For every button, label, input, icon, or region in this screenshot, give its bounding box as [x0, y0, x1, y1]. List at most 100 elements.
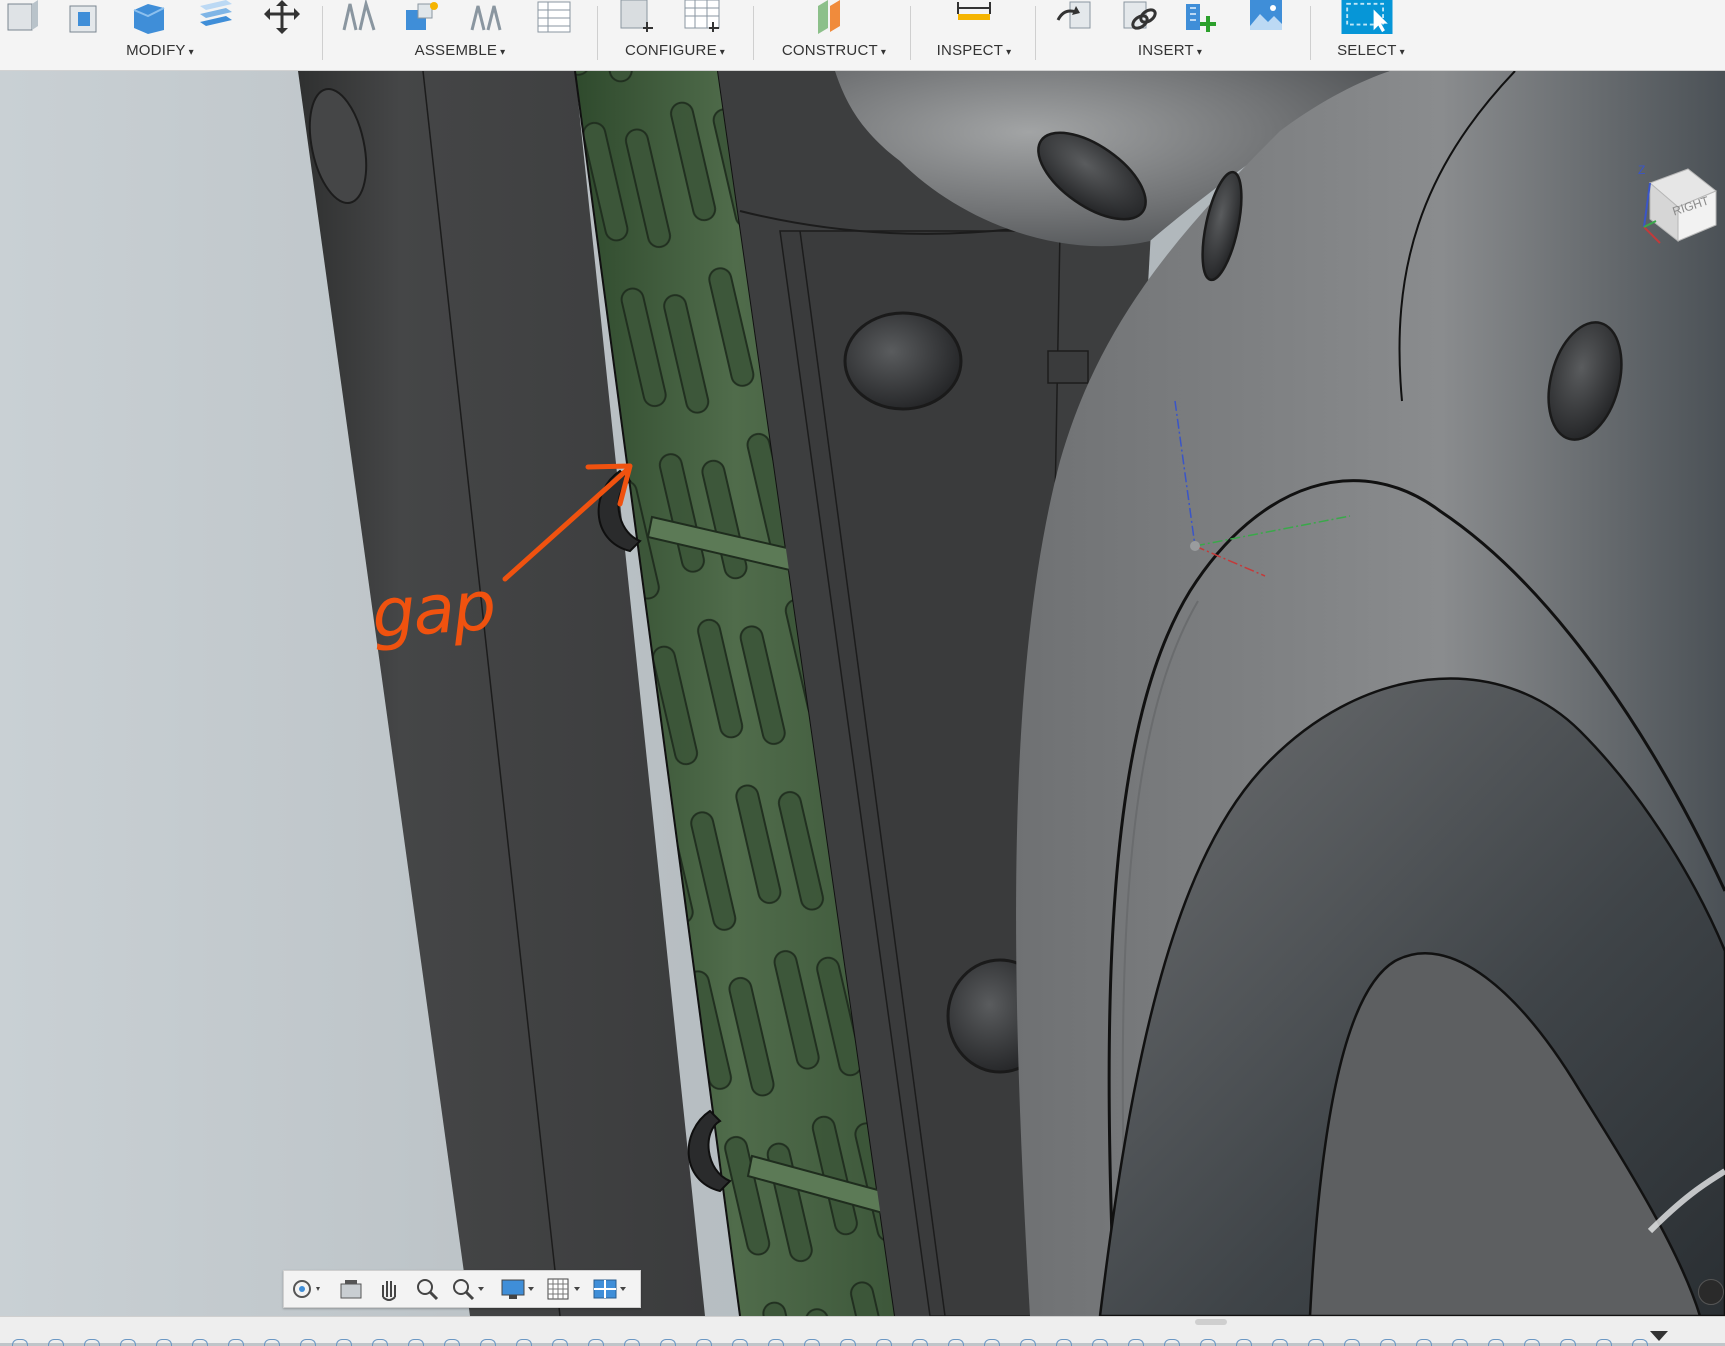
timeline-feature-icon[interactable] — [1596, 1339, 1612, 1346]
timeline-feature-icon[interactable] — [732, 1339, 748, 1346]
insert-canvas-icon[interactable] — [1246, 0, 1286, 34]
look-at-button[interactable] — [336, 1275, 366, 1303]
annotation-gap-label: gap — [369, 566, 497, 655]
timeline-feature-icon[interactable] — [84, 1339, 100, 1346]
timeline-feature-icon[interactable] — [876, 1339, 892, 1346]
inspect-group: INSPECT ▾ — [916, 0, 1032, 70]
timeline-feature-icon[interactable] — [840, 1339, 856, 1346]
timeline-feature-icon[interactable] — [1488, 1339, 1504, 1346]
timeline-feature-icon[interactable] — [1020, 1339, 1036, 1346]
configure-table-icon[interactable] — [617, 0, 657, 34]
timeline-feature-icon[interactable] — [1272, 1339, 1288, 1346]
insert-group: INSERT ▾ — [1040, 0, 1300, 70]
timeline-feature-icon[interactable] — [660, 1339, 676, 1346]
timeline-feature-icon[interactable] — [516, 1339, 532, 1346]
timeline-feature-icon[interactable] — [300, 1339, 316, 1346]
configure-menu[interactable]: CONFIGURE ▾ — [605, 42, 745, 59]
zoom-button[interactable] — [412, 1275, 442, 1303]
timeline-feature-icon[interactable] — [696, 1339, 712, 1346]
inspect-menu[interactable]: INSPECT ▾ — [916, 42, 1032, 59]
comment-toggle-icon[interactable] — [1698, 1279, 1724, 1305]
timeline-feature-icon[interactable] — [336, 1339, 352, 1346]
select-menu[interactable]: SELECT ▾ — [1316, 42, 1426, 59]
timeline-feature-icon[interactable] — [1092, 1339, 1108, 1346]
fit-button[interactable] — [448, 1275, 484, 1303]
timeline-feature-icon[interactable] — [1164, 1339, 1180, 1346]
canvas-viewport[interactable]: gap RIGHT Z — [0, 71, 1725, 1316]
timeline-feature-icon[interactable] — [480, 1339, 496, 1346]
timeline-feature-icon[interactable] — [912, 1339, 928, 1346]
timeline-bar[interactable] — [0, 1316, 1725, 1346]
timeline-feature-icon[interactable] — [804, 1339, 820, 1346]
modify-group: MODIFY ▾ — [0, 0, 320, 70]
viewports-button[interactable] — [590, 1275, 626, 1303]
timeline-feature-icon[interactable] — [264, 1339, 280, 1346]
timeline-feature-icon[interactable] — [372, 1339, 388, 1346]
timeline-feature-icon[interactable] — [1632, 1339, 1648, 1346]
offset-plane-icon[interactable] — [808, 0, 848, 34]
select-icon[interactable] — [1338, 0, 1396, 34]
joint-origin-icon[interactable] — [534, 0, 574, 34]
timeline-feature-icon[interactable] — [1308, 1339, 1324, 1346]
toolbar-separator — [322, 6, 323, 60]
timeline-feature-icon[interactable] — [156, 1339, 172, 1346]
insert-mcmaster-icon[interactable] — [1182, 0, 1222, 34]
timeline-feature-icon[interactable] — [1128, 1339, 1144, 1346]
timeline-feature-icon[interactable] — [768, 1339, 784, 1346]
toolbar-separator — [1035, 6, 1036, 60]
timeline-feature-icon[interactable] — [588, 1339, 604, 1346]
insert-menu[interactable]: INSERT ▾ — [1040, 42, 1300, 59]
timeline-feature-icon[interactable] — [120, 1339, 136, 1346]
split-body-icon[interactable] — [196, 0, 236, 34]
pan-icon — [382, 1281, 396, 1301]
new-component-icon[interactable] — [340, 0, 380, 34]
display-settings-button[interactable] — [498, 1275, 534, 1303]
timeline-scroll-handle[interactable] — [1195, 1319, 1227, 1325]
insert-link-icon[interactable] — [1118, 0, 1158, 34]
configure-rule-icon[interactable] — [683, 0, 723, 34]
pan-button[interactable] — [374, 1275, 404, 1303]
joint-icon[interactable] — [402, 0, 442, 34]
timeline-feature-icon[interactable] — [1344, 1339, 1360, 1346]
grid-settings-icon — [547, 1278, 580, 1300]
display-settings-icon — [501, 1279, 534, 1299]
timeline-feature-icon[interactable] — [984, 1339, 1000, 1346]
shell-icon[interactable] — [130, 0, 170, 34]
toolbar-separator — [1310, 6, 1311, 60]
move-copy-icon[interactable] — [262, 0, 302, 34]
timeline-feature-icon[interactable] — [1560, 1339, 1576, 1346]
timeline-feature-icon[interactable] — [1524, 1339, 1540, 1346]
timeline-feature-icon[interactable] — [1452, 1339, 1468, 1346]
timeline-feature-icon[interactable] — [624, 1339, 640, 1346]
timeline-feature-icon[interactable] — [48, 1339, 64, 1346]
grid-settings-button[interactable] — [544, 1275, 580, 1303]
timeline-feature-icon[interactable] — [228, 1339, 244, 1346]
timeline-feature-icon[interactable] — [408, 1339, 424, 1346]
toolbar-separator — [753, 6, 754, 60]
viewports-icon — [593, 1279, 626, 1299]
orbit-button[interactable] — [290, 1275, 320, 1303]
assemble-menu[interactable]: ASSEMBLE ▾ — [330, 42, 590, 59]
timeline-feature-icon[interactable] — [552, 1339, 568, 1346]
timeline-feature-icon[interactable] — [1380, 1339, 1396, 1346]
measure-icon[interactable] — [954, 0, 994, 34]
toolbar-separator — [597, 6, 598, 60]
timeline-feature-icon[interactable] — [1056, 1339, 1072, 1346]
timeline-feature-icon[interactable] — [1236, 1339, 1252, 1346]
timeline-feature-icon[interactable] — [192, 1339, 208, 1346]
construct-menu[interactable]: CONSTRUCT ▾ — [760, 42, 908, 59]
insert-derive-icon[interactable] — [1054, 0, 1094, 34]
modify-menu[interactable]: MODIFY ▾ — [0, 42, 320, 59]
timeline-feature-icon[interactable] — [1416, 1339, 1432, 1346]
as-built-joint-icon[interactable] — [466, 0, 506, 34]
press-pull-icon[interactable] — [2, 0, 42, 34]
viewcube-axis-z-label: Z — [1638, 163, 1646, 177]
configure-group: CONFIGURE ▾ — [605, 0, 745, 70]
timeline-feature-icon[interactable] — [12, 1339, 28, 1346]
timeline-feature-icon[interactable] — [1200, 1339, 1216, 1346]
timeline-marker-icon[interactable] — [1650, 1331, 1668, 1341]
fillet-icon[interactable] — [66, 0, 106, 34]
viewcube[interactable]: RIGHT Z — [1630, 163, 1720, 253]
timeline-feature-icon[interactable] — [948, 1339, 964, 1346]
timeline-feature-icon[interactable] — [444, 1339, 460, 1346]
